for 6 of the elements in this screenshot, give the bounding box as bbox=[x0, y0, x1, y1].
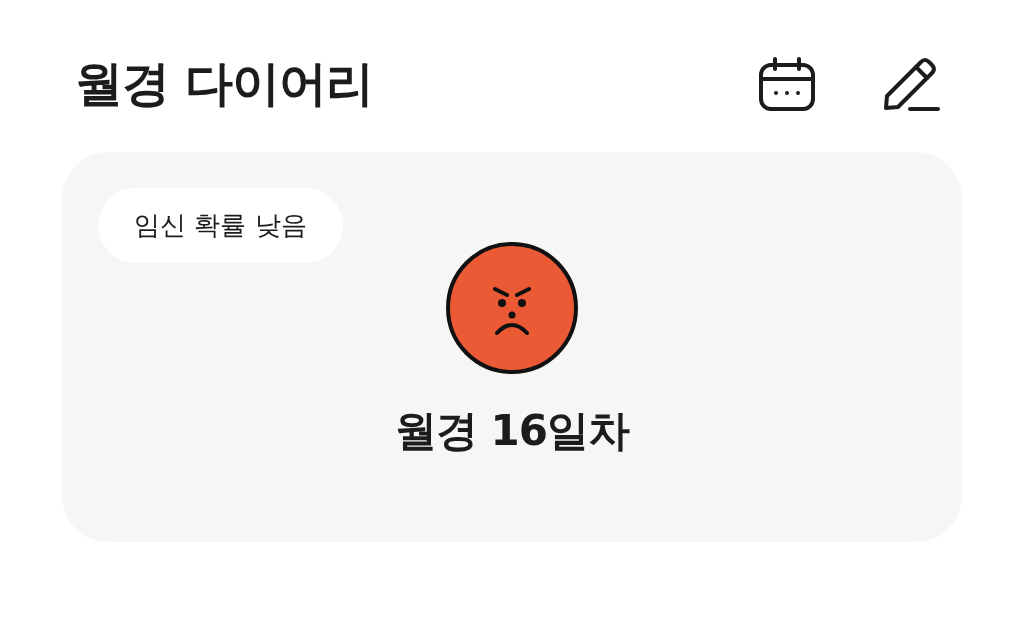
pregnancy-chance-label: 임신 확률 낮음 bbox=[98, 188, 343, 263]
cycle-day-label: 월경 16일차 bbox=[394, 405, 630, 457]
pencil-icon[interactable] bbox=[882, 56, 940, 112]
page-title: 월경 다이어리 bbox=[75, 54, 374, 113]
angry-face-icon bbox=[445, 241, 579, 375]
calendar-icon[interactable] bbox=[758, 57, 816, 111]
